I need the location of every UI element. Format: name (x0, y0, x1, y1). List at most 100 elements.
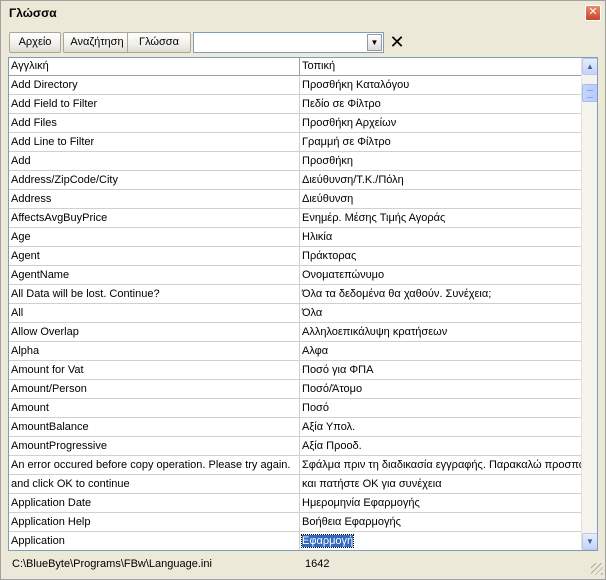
local-cell[interactable]: Προσθήκη Καταλόγου (300, 76, 583, 94)
selected-cell-text[interactable]: Εφαρμογή (300, 534, 355, 548)
local-cell[interactable]: Εφαρμογή (300, 532, 583, 550)
table-row[interactable]: Add Field to Filter Πεδίο σε Φίλτρο (9, 95, 583, 114)
table-row[interactable]: Application Date Ημερομηνία Εφαρμογής (9, 494, 583, 513)
local-cell[interactable]: και πατήστε OK για συνέχεια (300, 475, 583, 493)
table-row[interactable]: Amount for Vat Ποσό για ΦΠΑ (9, 361, 583, 380)
local-cell[interactable]: Γραμμή σε Φίλτρο (300, 133, 583, 151)
local-cell[interactable]: Προσθήκη Αρχείων (300, 114, 583, 132)
scroll-thumb[interactable] (582, 84, 597, 102)
english-cell[interactable]: Application Date (9, 494, 300, 512)
english-cell[interactable]: All Data will be lost. Continue? (9, 285, 300, 303)
english-cell[interactable]: Agent (9, 247, 300, 265)
table-row[interactable]: Add Files Προσθήκη Αρχείων (9, 114, 583, 133)
local-cell[interactable]: Αξία Υπολ. (300, 418, 583, 436)
local-cell[interactable]: Πεδίο σε Φίλτρο (300, 95, 583, 113)
clear-search-button[interactable]: ✕ (388, 32, 406, 53)
language-window: Γλώσσα ✕ Αρχείο Αναζήτηση Γλώσσα ▼ ✕ Αγγ… (0, 0, 606, 580)
table-row[interactable]: AmountBalance Αξία Υπολ. (9, 418, 583, 437)
english-cell[interactable]: Application (9, 532, 300, 550)
english-cell[interactable]: Address/ZipCode/City (9, 171, 300, 189)
local-cell[interactable]: Αλφα (300, 342, 583, 360)
english-cell[interactable]: and click OK to continue (9, 475, 300, 493)
local-cell[interactable]: Ηλικία (300, 228, 583, 246)
table-row[interactable]: Add Line to Filter Γραμμή σε Φίλτρο (9, 133, 583, 152)
entry-count: 1642 (305, 558, 330, 570)
english-cell[interactable]: AgentName (9, 266, 300, 284)
local-cell[interactable]: Όλα τα δεδομένα θα χαθούν. Συνέχεια; (300, 285, 583, 303)
english-cell[interactable]: Add Directory (9, 76, 300, 94)
window-title: Γλώσσα (9, 6, 57, 20)
local-cell[interactable]: Προσθήκη (300, 152, 583, 170)
local-cell[interactable]: Ποσό (300, 399, 583, 417)
table-row[interactable]: AffectsAvgBuyPrice Ενημέρ. Μέσης Τιμής Αγ… (9, 209, 583, 228)
table-row[interactable]: All Όλα (9, 304, 583, 323)
resize-grip-icon[interactable] (591, 563, 603, 575)
english-cell[interactable]: Amount for Vat (9, 361, 300, 379)
english-cell[interactable]: Allow Overlap (9, 323, 300, 341)
grid-header: Αγγλική Τοπική (9, 58, 583, 76)
english-cell[interactable]: All (9, 304, 300, 322)
close-button[interactable]: ✕ (585, 5, 601, 21)
table-row[interactable]: Add Directory Προσθήκη Καταλόγου (9, 76, 583, 95)
table-row[interactable]: AmountProgressive Αξία Προοδ. (9, 437, 583, 456)
scroll-down-icon[interactable]: ▼ (582, 533, 597, 550)
english-cell[interactable]: Add (9, 152, 300, 170)
local-cell[interactable]: Ημερομηνία Εφαρμογής (300, 494, 583, 512)
table-row[interactable]: An error occured before copy operation. … (9, 456, 583, 475)
grid-rows: Add Directory Προσθήκη Καταλόγου Add Field… (9, 76, 583, 550)
local-cell[interactable]: Όλα (300, 304, 583, 322)
english-cell[interactable]: Age (9, 228, 300, 246)
local-cell[interactable]: Ποσό για ΦΠΑ (300, 361, 583, 379)
table-row[interactable]: Add Προσθήκη (9, 152, 583, 171)
status-bar: C:\BlueByte\Programs\FBw\Language.ini 16… (1, 553, 605, 577)
language-button[interactable]: Γλώσσα (127, 32, 191, 53)
table-row[interactable]: Agent Πράκτορας (9, 247, 583, 266)
search-input[interactable] (196, 34, 364, 51)
english-cell[interactable]: Amount (9, 399, 300, 417)
local-cell[interactable]: Σφάλμα πριν τη διαδικασία εγγραφής. Παρα… (300, 456, 583, 474)
local-cell[interactable]: Αλληλοεπικάλυψη κρατήσεων (300, 323, 583, 341)
local-cell[interactable]: Ονοματεπώνυμο (300, 266, 583, 284)
english-cell[interactable]: Alpha (9, 342, 300, 360)
vertical-scrollbar[interactable]: ▲ ▼ (581, 58, 597, 550)
title-bar: Γλώσσα ✕ (1, 1, 605, 25)
table-row[interactable]: Address/ZipCode/City Διεύθυνση/Τ.Κ./Πόλη (9, 171, 583, 190)
column-header-english[interactable]: Αγγλική (9, 58, 300, 76)
local-cell[interactable]: Ενημέρ. Μέσης Τιμής Αγοράς (300, 209, 583, 227)
english-cell[interactable]: An error occured before copy operation. … (9, 456, 300, 474)
local-cell[interactable]: Αξία Προοδ. (300, 437, 583, 455)
english-cell[interactable]: Add Line to Filter (9, 133, 300, 151)
search-button[interactable]: Αναζήτηση (63, 32, 131, 53)
local-cell[interactable]: Διεύθυνση/Τ.Κ./Πόλη (300, 171, 583, 189)
table-row[interactable]: Amount Ποσό (9, 399, 583, 418)
table-row[interactable]: Application Εφαρμογή (9, 532, 583, 550)
english-cell[interactable]: Application Help (9, 513, 300, 531)
close-icon: ✕ (588, 6, 598, 18)
english-cell[interactable]: Add Field to Filter (9, 95, 300, 113)
toolbar: Αρχείο Αναζήτηση Γλώσσα ▼ ✕ (9, 32, 605, 54)
table-row[interactable]: Alpha Αλφα (9, 342, 583, 361)
local-cell[interactable]: Διεύθυνση (300, 190, 583, 208)
table-row[interactable]: All Data will be lost. Continue? Όλα τα δ… (9, 285, 583, 304)
table-row[interactable]: Application Help Βοήθεια Εφαρμογής (9, 513, 583, 532)
table-row[interactable]: Allow Overlap Αλληλοεπικάλυψη κρατήσεων (9, 323, 583, 342)
table-row[interactable]: Address Διεύθυνση (9, 190, 583, 209)
local-cell[interactable]: Ποσό/Άτομο (300, 380, 583, 398)
english-cell[interactable]: Address (9, 190, 300, 208)
column-header-local[interactable]: Τοπική (300, 58, 583, 76)
english-cell[interactable]: Amount/Person (9, 380, 300, 398)
english-cell[interactable]: AmountProgressive (9, 437, 300, 455)
english-cell[interactable]: AffectsAvgBuyPrice (9, 209, 300, 227)
table-row[interactable]: Age Ηλικία (9, 228, 583, 247)
table-row[interactable]: and click OK to continue και πατήστε OK γ… (9, 475, 583, 494)
local-cell[interactable]: Βοήθεια Εφαρμογής (300, 513, 583, 531)
table-row[interactable]: Amount/Person Ποσό/Άτομο (9, 380, 583, 399)
english-cell[interactable]: Add Files (9, 114, 300, 132)
file-button[interactable]: Αρχείο (9, 32, 61, 53)
scroll-up-icon[interactable]: ▲ (582, 58, 597, 75)
local-cell[interactable]: Πράκτορας (300, 247, 583, 265)
table-row[interactable]: AgentName Ονοματεπώνυμο (9, 266, 583, 285)
search-combo[interactable]: ▼ (193, 32, 384, 53)
chevron-down-icon[interactable]: ▼ (367, 34, 382, 51)
english-cell[interactable]: AmountBalance (9, 418, 300, 436)
